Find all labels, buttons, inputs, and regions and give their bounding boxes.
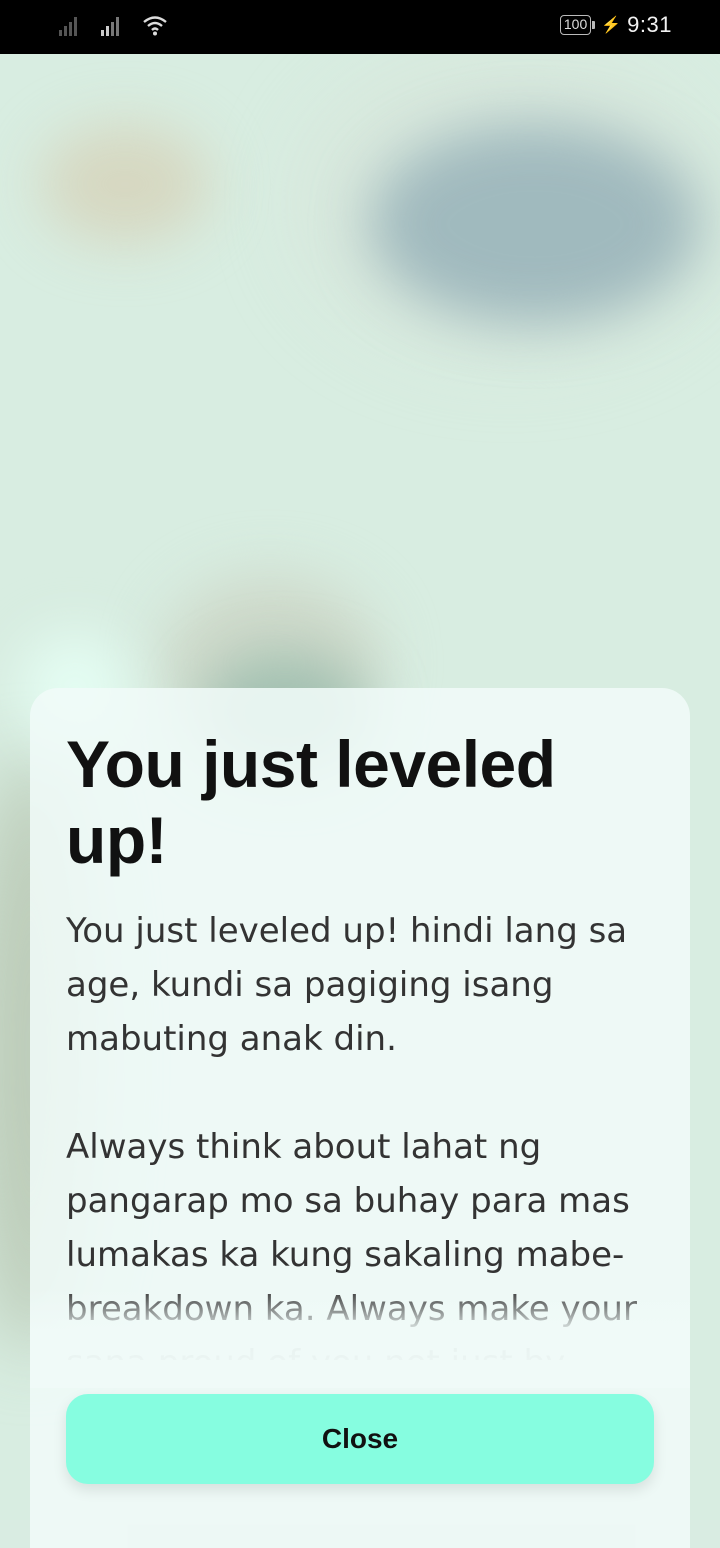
signal-icon [101,17,119,36]
clock: 9:31 [627,12,672,37]
signal-icon [59,17,77,36]
status-left [58,14,168,36]
dialog-paragraph: You just leveled up! hindi lang sa age, … [66,911,628,1059]
battery-level: 100 [559,15,592,35]
scroll-fade [30,1288,690,1388]
status-bar: 100 ⚡ 9:31 [0,0,720,54]
charging-icon: ⚡ [601,17,622,34]
dialog-title: You just leveled up! [66,727,556,877]
level-up-dialog: You just leveled up! You just leveled up… [30,688,690,1548]
close-button[interactable]: Close [66,1394,654,1484]
wifi-icon [143,16,167,36]
status-right: 100 ⚡ 9:31 [559,12,672,38]
battery-icon: 100 [559,14,596,36]
